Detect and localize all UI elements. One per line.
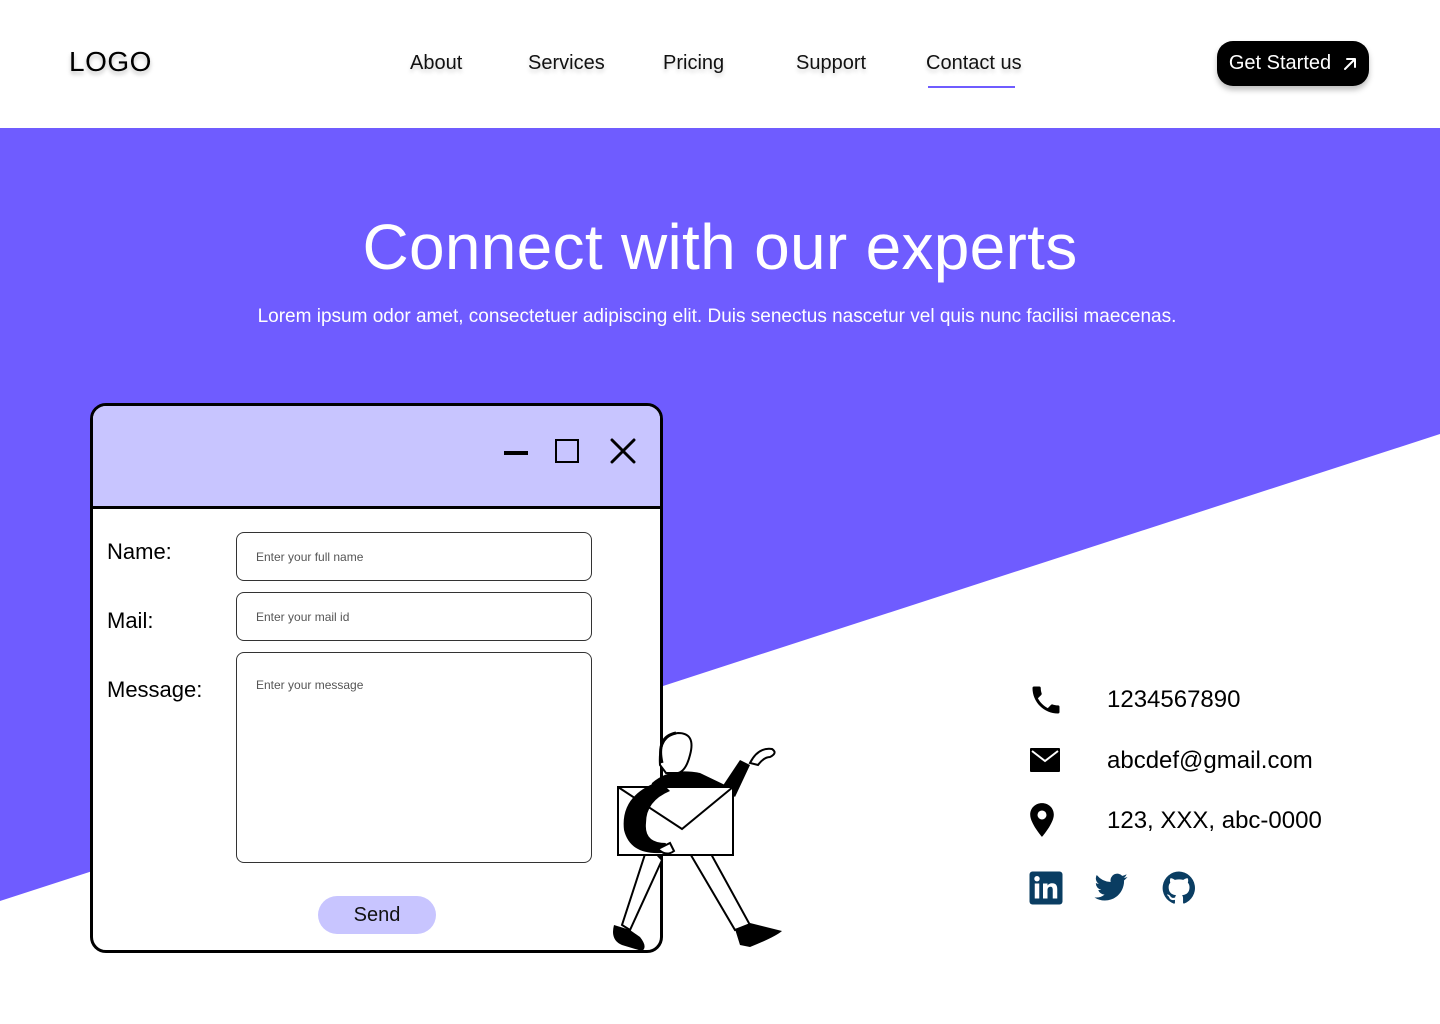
message-textarea[interactable]	[236, 652, 592, 863]
location-pin-icon	[1030, 803, 1054, 837]
github-icon[interactable]	[1161, 870, 1197, 906]
nav-about[interactable]: About	[410, 52, 462, 75]
mail-icon	[1030, 748, 1060, 772]
active-nav-underline	[928, 86, 1015, 88]
hero-subtitle: Lorem ipsum odor amet, consectetuer adip…	[257, 306, 1177, 327]
arrow-up-right-icon	[1344, 57, 1357, 70]
send-button[interactable]: Send	[318, 896, 436, 934]
email-address[interactable]: abcdef@gmail.com	[1107, 747, 1313, 775]
minimize-icon[interactable]	[501, 436, 531, 466]
nav-support[interactable]: Support	[796, 52, 866, 75]
nav-contact-us[interactable]: Contact us	[926, 52, 1022, 75]
message-label: Message:	[107, 677, 203, 702]
maximize-icon[interactable]	[552, 436, 582, 466]
nav-pricing[interactable]: Pricing	[663, 52, 724, 75]
mail-label: Mail:	[107, 608, 154, 633]
contact-form-window: Name: Mail: Message: Send	[90, 403, 663, 953]
person-with-envelope-illustration	[613, 731, 782, 951]
window-titlebar	[93, 406, 660, 509]
logo[interactable]: LOGO	[69, 46, 152, 78]
nav-services[interactable]: Services	[528, 52, 605, 75]
twitter-icon[interactable]	[1093, 870, 1129, 906]
get-started-button[interactable]: Get Started	[1217, 41, 1369, 86]
address: 123, XXX, abc-0000	[1107, 807, 1322, 834]
name-label: Name:	[107, 539, 172, 564]
linkedin-icon[interactable]	[1028, 870, 1064, 906]
hero-title: Connect with our experts	[362, 211, 1078, 283]
get-started-label: Get Started	[1228, 52, 1332, 74]
site-header: LOGO About Services Pricing Support Cont…	[0, 0, 1440, 128]
name-input[interactable]	[236, 532, 592, 581]
mail-input[interactable]	[236, 592, 592, 641]
close-icon[interactable]	[608, 436, 638, 466]
phone-icon	[1032, 686, 1060, 714]
phone-number[interactable]: 1234567890	[1107, 686, 1240, 714]
